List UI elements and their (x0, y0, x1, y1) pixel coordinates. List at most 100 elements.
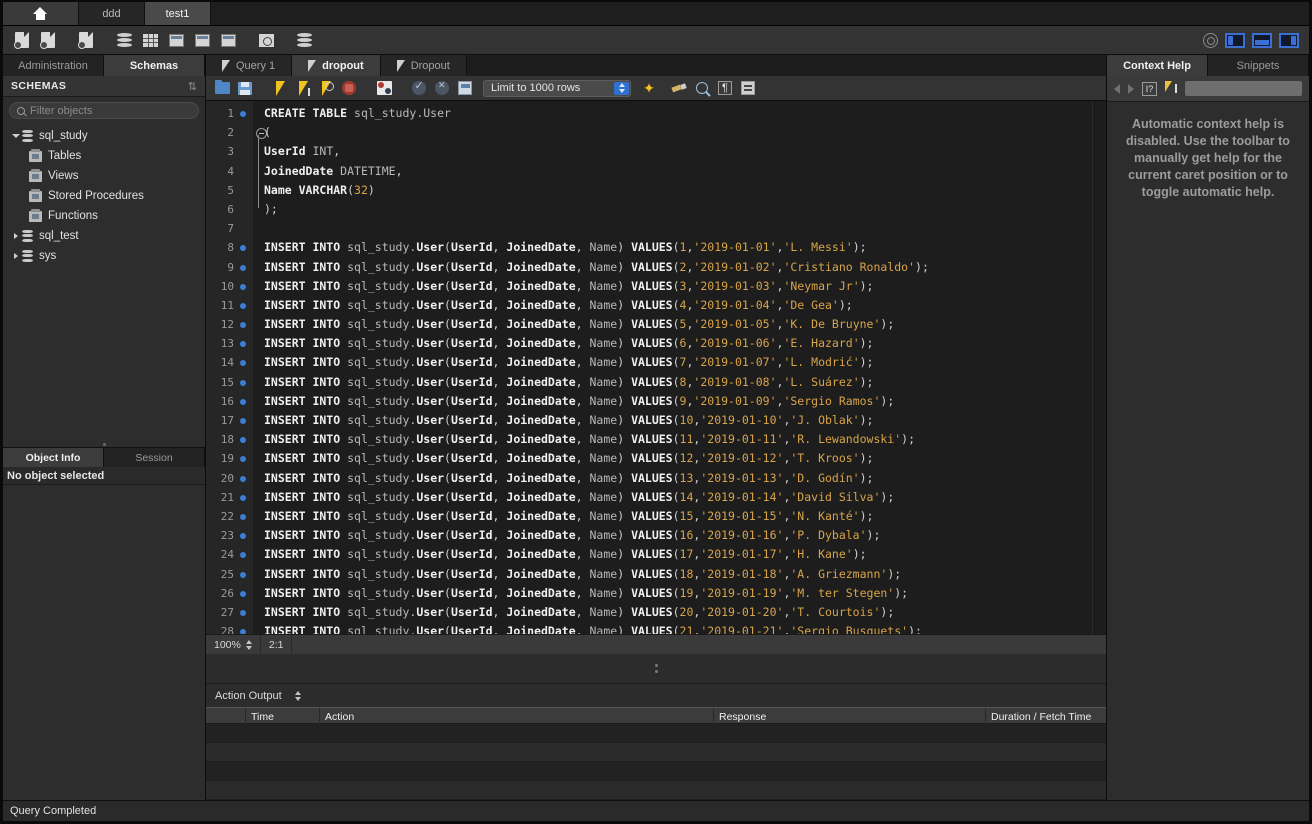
statement-bullet-icon[interactable] (240, 533, 246, 540)
gutter-line[interactable]: 6 (206, 200, 253, 219)
gutter-line[interactable]: 28 (206, 622, 253, 634)
statement-bullet-icon[interactable] (240, 341, 246, 348)
code-line[interactable]: INSERT INTO sql_study.User(UserId, Joine… (264, 584, 1092, 603)
gutter-line[interactable]: 4 (206, 162, 253, 181)
code-line[interactable]: INSERT INTO sql_study.User(UserId, Joine… (264, 469, 1092, 488)
gutter-line[interactable]: 22 (206, 507, 253, 526)
tree-item-stored-procedures[interactable]: Stored Procedures (3, 186, 205, 206)
table-row[interactable] (206, 781, 1106, 800)
editor-vertical-scrollbar[interactable] (1092, 101, 1106, 634)
statement-bullet-icon[interactable] (240, 571, 246, 578)
window-tab-ddd[interactable]: ddd (79, 2, 145, 25)
gutter-line[interactable]: 27 (206, 603, 253, 622)
auto-help-toggle-icon[interactable] (1165, 81, 1177, 96)
code-line[interactable]: INSERT INTO sql_study.User(UserId, Joine… (264, 277, 1092, 296)
statement-bullet-icon[interactable] (240, 264, 246, 271)
row-limit-select[interactable]: Limit to 1000 rows (483, 79, 631, 97)
query-tab-dropout[interactable]: dropout (292, 55, 381, 76)
statement-bullet-icon[interactable] (240, 418, 246, 424)
gutter-line[interactable]: 5 (206, 181, 253, 200)
save-file-icon[interactable] (235, 79, 255, 98)
chevron-updown-icon[interactable] (245, 639, 252, 650)
statement-bullet-icon[interactable] (240, 111, 246, 117)
new-stored-procedure-icon[interactable] (191, 30, 213, 50)
sidebar-tab-administration[interactable]: Administration (3, 55, 104, 76)
editor-gutter[interactable]: 1 2 3 4 5 6 7 8 9 10 11 12 13 14 15 16 17 18 19 20 21 22 23 24 2… (206, 101, 267, 634)
gutter-line[interactable]: 2 (206, 123, 267, 142)
tree-item-sql_test[interactable]: sql_test (3, 226, 205, 246)
statement-bullet-icon[interactable] (240, 283, 246, 290)
table-row[interactable] (206, 762, 1106, 781)
tree-item-sys[interactable]: sys (3, 246, 205, 266)
query-tab-query-1[interactable]: Query 1 (206, 55, 293, 76)
editor-code[interactable]: CREATE TABLE sql_study.User(UserId INT, J… (253, 101, 1092, 634)
gutter-line[interactable]: 16 (206, 392, 253, 411)
code-line[interactable]: UserId INT, (264, 142, 1092, 161)
connection-info-icon[interactable] (75, 30, 97, 50)
wrap-lines-icon[interactable] (738, 79, 758, 98)
code-line[interactable]: ); (264, 200, 1092, 219)
tab-snippets[interactable]: Snippets (1208, 55, 1309, 76)
statement-bullet-icon[interactable] (240, 513, 246, 520)
tab-session[interactable]: Session (104, 448, 205, 467)
new-sql-tab-icon[interactable] (11, 30, 33, 50)
gutter-line[interactable]: 10 (206, 277, 253, 296)
gutter-line[interactable]: 23 (206, 526, 253, 545)
code-line[interactable]: INSERT INTO sql_study.User(UserId, Joine… (264, 353, 1092, 372)
commit-icon[interactable] (409, 79, 429, 98)
zoom-level-control[interactable]: 100% (206, 634, 261, 655)
code-line[interactable]: INSERT INTO sql_study.User(UserId, Joine… (264, 507, 1092, 526)
statement-bullet-icon[interactable] (240, 552, 246, 559)
new-schema-icon[interactable] (113, 30, 135, 50)
refresh-icon[interactable]: ⇅ (188, 80, 197, 93)
tree-item-views[interactable]: Views (3, 166, 205, 186)
column-header-index[interactable] (206, 708, 246, 725)
back-arrow-icon[interactable] (1114, 83, 1120, 94)
output-splitter[interactable] (206, 654, 1106, 684)
statement-bullet-icon[interactable] (240, 609, 246, 616)
table-row[interactable] (206, 743, 1106, 762)
toggle-explain-icon[interactable] (374, 79, 394, 98)
explain-execute-icon[interactable] (316, 79, 336, 98)
chevron-down-icon[interactable] (9, 134, 22, 138)
context-help-icon[interactable]: I? (1142, 81, 1157, 96)
tree-item-sql_study[interactable]: sql_study (3, 126, 205, 146)
open-file-icon[interactable] (212, 79, 232, 98)
statement-bullet-icon[interactable] (240, 437, 246, 444)
statement-bullet-icon[interactable] (240, 494, 246, 501)
gutter-line[interactable]: 3 (206, 142, 253, 161)
statement-bullet-icon[interactable] (240, 245, 246, 252)
chevron-right-icon[interactable] (9, 253, 22, 259)
gutter-line[interactable]: 8 (206, 238, 253, 257)
context-help-search-input[interactable] (1185, 81, 1302, 96)
code-line[interactable]: Name VARCHAR(32) (264, 181, 1092, 200)
toggle-sidebar-icon[interactable] (1225, 33, 1245, 48)
statement-bullet-icon[interactable] (240, 398, 246, 405)
tab-object-info[interactable]: Object Info (3, 448, 104, 467)
beautify-star-icon[interactable]: ✦ (639, 79, 659, 98)
code-line[interactable]: INSERT INTO sql_study.User(UserId, Joine… (264, 488, 1092, 507)
gutter-line[interactable]: 21 (206, 488, 253, 507)
gutter-line[interactable]: 25 (206, 565, 253, 584)
forward-arrow-icon[interactable] (1128, 83, 1134, 94)
gutter-line[interactable]: 9 (206, 258, 253, 277)
stop-icon[interactable] (339, 79, 359, 98)
gutter-line[interactable]: 7 (206, 219, 253, 238)
gutter-line[interactable]: 13 (206, 334, 253, 353)
execute-icon[interactable] (270, 79, 290, 98)
execute-current-statement-icon[interactable] (293, 79, 313, 98)
action-output-grid[interactable]: Time Action Response Duration / Fetch Ti… (206, 707, 1106, 800)
statement-bullet-icon[interactable] (240, 590, 246, 597)
window-tab-test1[interactable]: test1 (145, 2, 211, 25)
code-line[interactable]: INSERT INTO sql_study.User(UserId, Joine… (264, 430, 1092, 449)
gutter-line[interactable]: 1 (206, 104, 253, 123)
code-line[interactable]: INSERT INTO sql_study.User(UserId, Joine… (264, 296, 1092, 315)
statement-bullet-icon[interactable] (240, 379, 246, 386)
new-view-icon[interactable] (165, 30, 187, 50)
code-line[interactable]: INSERT INTO sql_study.User(UserId, Joine… (264, 603, 1092, 622)
code-line[interactable]: INSERT INTO sql_study.User(UserId, Joine… (264, 373, 1092, 392)
code-line[interactable]: JoinedDate DATETIME, (264, 162, 1092, 181)
auto-commit-icon[interactable] (455, 79, 475, 98)
gutter-line[interactable]: 18 (206, 430, 253, 449)
statement-bullet-icon[interactable] (240, 302, 246, 309)
